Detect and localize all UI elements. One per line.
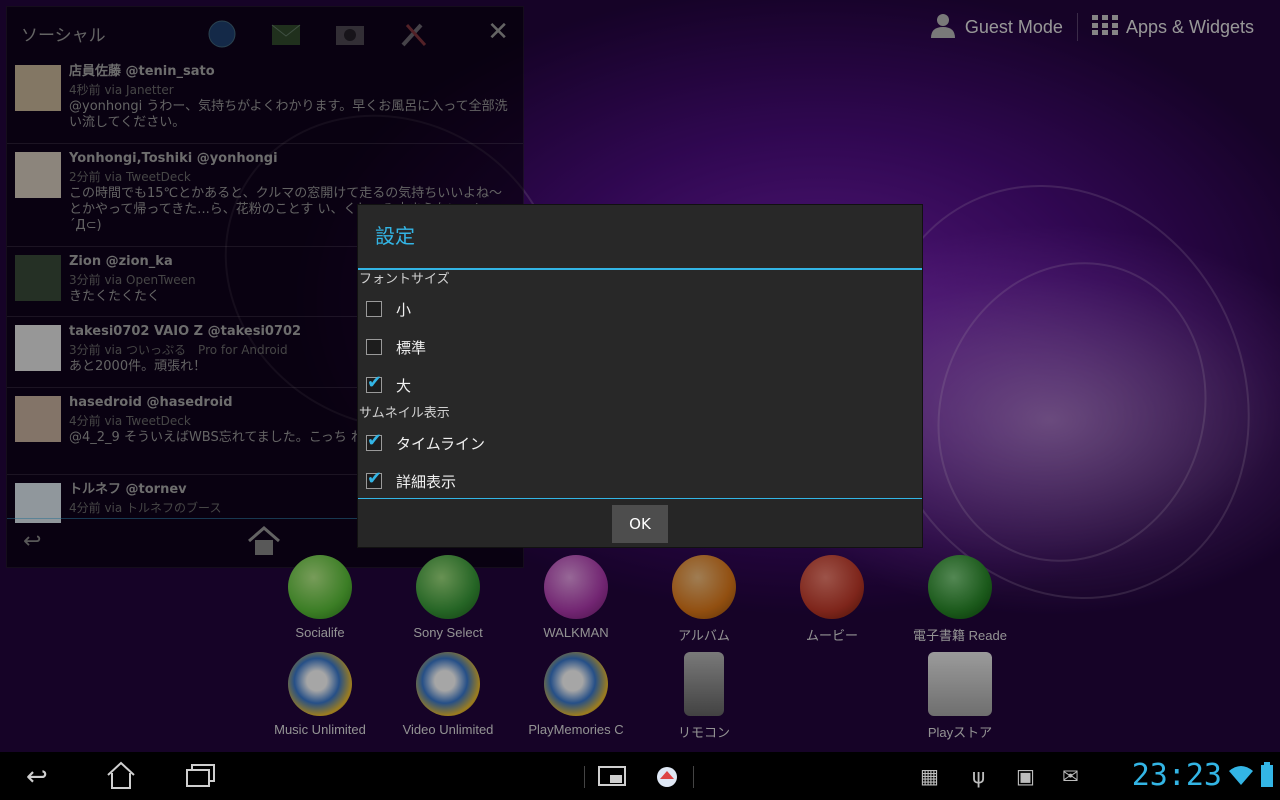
album-icon — [672, 555, 736, 619]
globe-icon[interactable] — [207, 19, 237, 49]
small-apps-icon[interactable] — [598, 766, 626, 790]
settings-tools-icon[interactable] — [399, 19, 429, 49]
avatar — [15, 65, 61, 111]
playmemories-icon — [544, 652, 608, 716]
app-label: PlayMemories C — [528, 722, 624, 737]
app-label: Socialife — [295, 625, 345, 640]
dialog-title: 設定 — [358, 205, 922, 270]
home-top-bar: Guest Mode Apps & Widgets — [915, 10, 1268, 44]
small-app-divider — [693, 766, 694, 788]
book-icon — [928, 555, 992, 619]
play-store-icon — [928, 652, 992, 716]
font-size-large-option[interactable]: 大 — [358, 366, 922, 404]
widget-title: ソーシャル — [21, 26, 106, 46]
app-playmemories[interactable]: PlayMemories C — [521, 652, 631, 737]
tweet-meta: 4秒前 via Janetter — [69, 83, 174, 97]
settings-dialog: 設定 フォントサイズ 小 標準 大 サムネイル表示 タイムライン 詳細表示 OK — [358, 205, 922, 547]
app-label: WALKMAN — [543, 625, 609, 640]
guest-mode-label: Guest Mode — [964, 16, 1063, 37]
system-bar: ↩ ▦ ψ ▣ ✉ 23:23 — [0, 752, 1280, 800]
option-label: タイムライン — [396, 434, 485, 453]
font-size-small-option[interactable]: 小 — [358, 290, 922, 328]
thumbnail-detail-option[interactable]: 詳細表示 — [358, 462, 922, 500]
avatar — [15, 255, 61, 301]
app-album[interactable]: アルバム — [649, 555, 759, 644]
recent-apps-icon[interactable] — [186, 764, 216, 795]
battery-icon — [1260, 762, 1274, 792]
checkbox[interactable] — [366, 301, 382, 317]
guest-mode-button[interactable]: Guest Mode — [915, 12, 1077, 43]
music-unlimited-icon — [288, 652, 352, 716]
option-label: 大 — [396, 376, 412, 395]
movie-icon — [800, 555, 864, 619]
user-icon — [929, 12, 957, 43]
usb-icon: ψ — [972, 764, 986, 788]
app-walkman[interactable]: WALKMAN — [521, 555, 631, 640]
video-unlimited-icon — [416, 652, 480, 716]
clock[interactable]: 23:23 — [1132, 758, 1222, 793]
font-size-standard-option[interactable]: 標準 — [358, 328, 922, 366]
app-movie[interactable]: ムービー — [777, 555, 887, 644]
close-icon[interactable]: ✕ — [487, 17, 509, 47]
app-label: ムービー — [805, 628, 858, 643]
avatar — [15, 152, 61, 198]
tweet-item[interactable]: 店員佐藤 @tenin_sato 4秒前 via Janetter @yonho… — [7, 57, 523, 144]
remote-icon — [684, 652, 724, 716]
download-icon: ▣ — [1016, 764, 1035, 788]
app-shortcut-icon[interactable] — [655, 766, 679, 792]
gmail-icon: ✉ — [1062, 764, 1079, 788]
app-label: アルバム — [678, 628, 730, 643]
app-label: Video Unlimited — [402, 722, 494, 737]
app-reader[interactable]: 電子書籍 Reade — [905, 555, 1015, 644]
app-socialife[interactable]: Socialife — [265, 555, 375, 640]
app-label: Music Unlimited — [274, 722, 366, 737]
option-label: 小 — [396, 300, 412, 319]
avatar — [15, 483, 61, 523]
back-arrow-icon[interactable]: ↩ — [23, 529, 41, 554]
checkbox-checked[interactable] — [366, 372, 382, 393]
avatar — [15, 325, 61, 371]
app-play-store[interactable]: Playストア — [905, 652, 1015, 741]
dialog-footer: OK — [358, 498, 922, 547]
widget-header: ソーシャル ✕ — [7, 7, 523, 57]
socialife-icon — [288, 555, 352, 619]
apps-widgets-button[interactable]: Apps & Widgets — [1078, 14, 1268, 40]
camera-icon[interactable] — [335, 19, 365, 49]
compose-icon[interactable] — [271, 19, 301, 49]
thumbnail-timeline-option[interactable]: タイムライン — [358, 424, 922, 462]
option-label: 詳細表示 — [396, 472, 457, 491]
apps-widgets-label: Apps & Widgets — [1125, 16, 1254, 37]
app-video-unlimited[interactable]: Video Unlimited — [393, 652, 503, 737]
ok-button[interactable]: OK — [612, 505, 668, 543]
back-icon[interactable]: ↩ — [26, 762, 48, 792]
grid-icon — [1091, 14, 1118, 40]
app-label: Sony Select — [413, 625, 483, 640]
avatar — [15, 396, 61, 442]
tweet-meta: 2分前 via TweetDeck — [69, 170, 191, 184]
option-label: 標準 — [396, 338, 427, 357]
walkman-icon — [544, 555, 608, 619]
app-label: 電子書籍 Reade — [913, 628, 1007, 643]
wifi-icon — [1228, 764, 1254, 790]
app-label: リモコン — [677, 725, 730, 740]
tweet-user: 店員佐藤 @tenin_sato — [69, 64, 215, 79]
app-label: Playストア — [927, 725, 993, 740]
home-icon[interactable] — [106, 760, 136, 797]
thumbnail-section-header: サムネイル表示 — [359, 406, 450, 421]
android-debug-icon: ▦ — [920, 764, 939, 788]
app-remote[interactable]: リモコン — [649, 652, 759, 741]
app-music-unlimited[interactable]: Music Unlimited — [265, 652, 375, 737]
checkbox[interactable] — [366, 339, 382, 355]
font-size-section-header: フォントサイズ — [359, 272, 450, 287]
tweet-text: @yonhongi うわー、気持ちがよくわかります。早くお風呂に入って全部洗い流… — [69, 99, 508, 130]
checkbox-checked[interactable] — [366, 430, 382, 451]
tweet-user: Yonhongi,Toshiki @yonhongi — [69, 151, 278, 166]
app-sony-select[interactable]: Sony Select — [393, 555, 503, 640]
sony-select-icon — [416, 555, 480, 619]
checkbox-checked[interactable] — [366, 468, 382, 489]
small-app-divider — [584, 766, 585, 788]
